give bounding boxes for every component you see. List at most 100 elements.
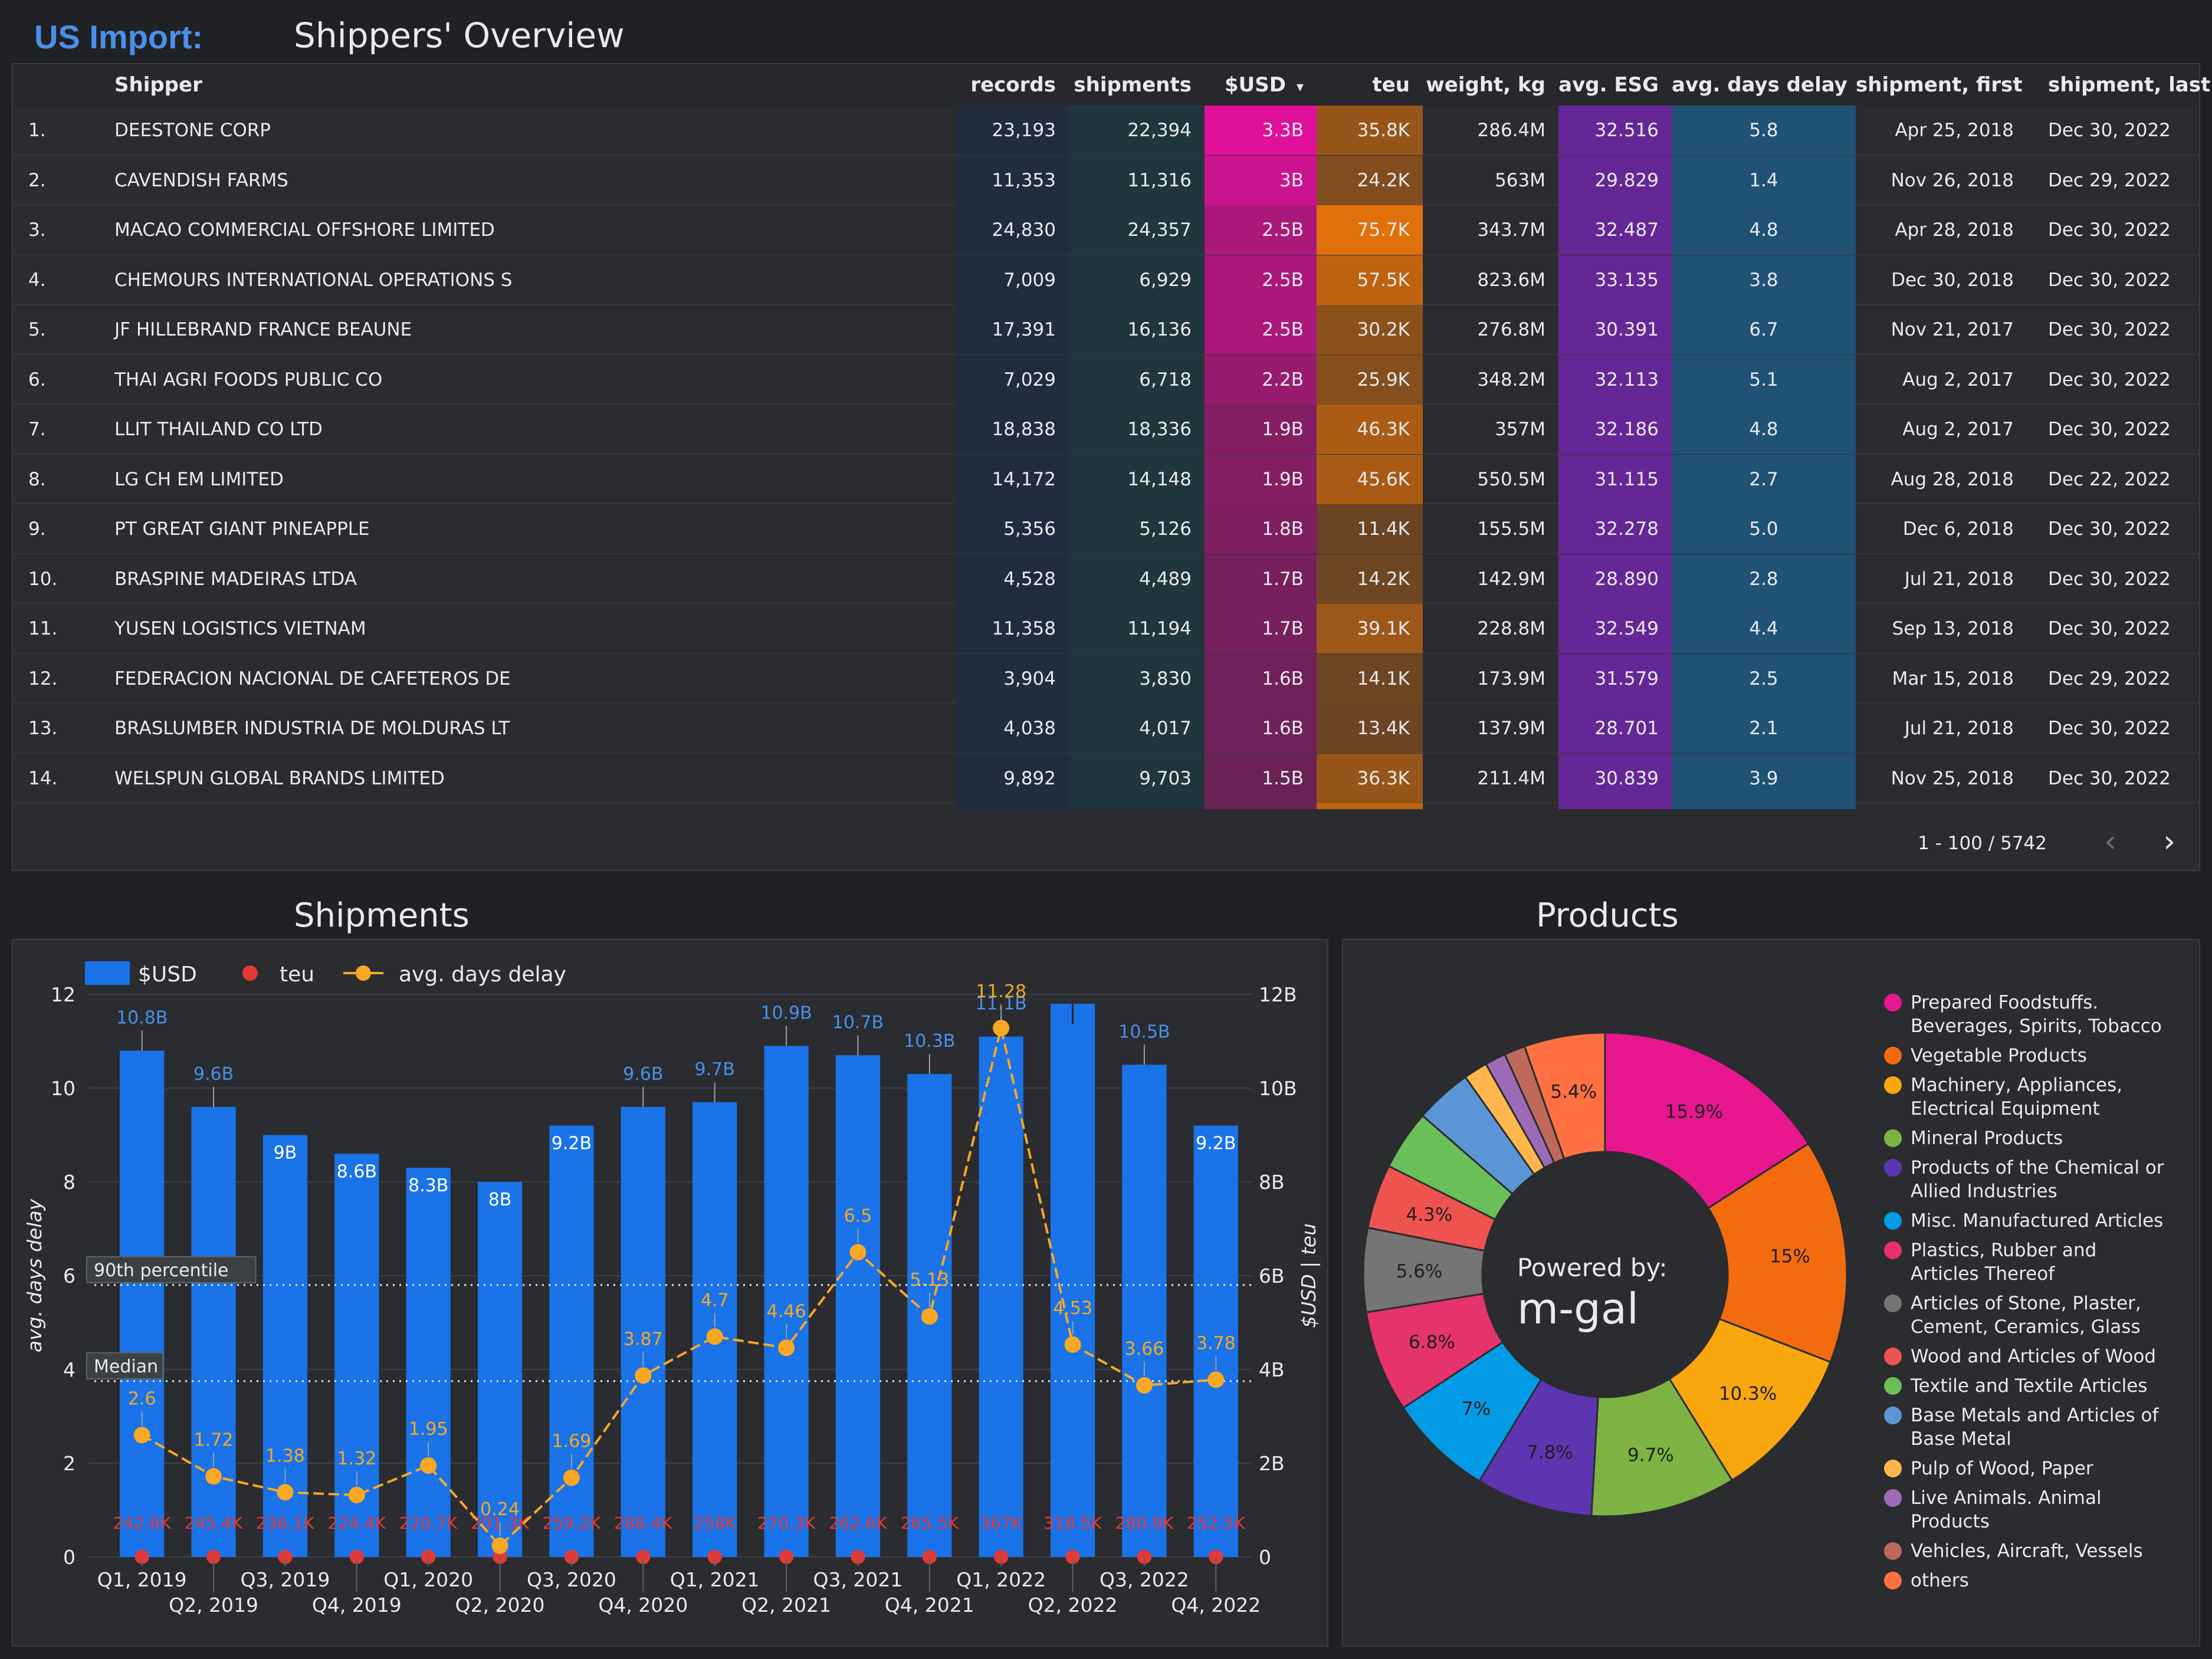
table-row[interactable]: 8. LG CH EM LIMITED 14,172 14,148 1.9B 45.6K 5… (13, 454, 2199, 504)
column-header-records[interactable]: records (956, 64, 1069, 106)
teu-label: 265.5K (901, 1513, 959, 1533)
legend-swatch (1884, 1212, 1902, 1230)
legend-swatch (1884, 1159, 1902, 1177)
delay-label: 4.46 (767, 1301, 806, 1322)
table-row[interactable]: 6. THAI AGRI FOODS PUBLIC CO 7,029 6,718 2.2… (13, 354, 2199, 405)
table-cell-first: Sep 13, 2018 (1892, 618, 2014, 639)
legend-label: Base Metal (1911, 1428, 2011, 1450)
table-cell-last: Dec 30, 2022 (2048, 369, 2171, 390)
y-tick-label: 4 (63, 1358, 76, 1381)
table-cell-shipments: 11,316 (1069, 155, 1205, 205)
table-cell-shipments: 22,394 (1069, 106, 1205, 155)
pie-slice-label: 7.8% (1527, 1442, 1573, 1463)
legend-label: Beverages, Spirits, Tobacco (1911, 1016, 2162, 1037)
table-cell-records: 18,838 (956, 405, 1069, 454)
table-cell-delay: 4.4 (1672, 604, 1856, 653)
delay-point (1207, 1371, 1225, 1388)
table-cell-teu: 11.4K (1317, 504, 1423, 554)
table-cell-shipper: CHEMOURS INTERNATIONAL OPERATIONS S (114, 269, 513, 291)
prev-page-icon[interactable]: ‹ (2104, 824, 2116, 859)
table-cell-shipments: 24,357 (1069, 205, 1205, 255)
column-header-delay[interactable]: avg. days delay (1672, 64, 1856, 106)
legend-label: Cement, Ceramics, Glass (1911, 1316, 2141, 1338)
table-cell-esg: 29.829 (1558, 155, 1672, 205)
usd-bar-label: 8.6B (337, 1161, 377, 1182)
delay-label: 5.13 (910, 1270, 949, 1290)
legend-label: Articles of Stone, Plaster, (1911, 1293, 2141, 1314)
usd-bar (191, 1106, 236, 1557)
table-cell-esg: 28.701 (1558, 704, 1672, 753)
legend-usd-swatch (85, 961, 130, 985)
column-header-weight[interactable]: weight, kg (1423, 64, 1558, 106)
column-header-esg[interactable]: avg. ESG (1558, 64, 1672, 106)
table-row[interactable]: 3. MACAO COMMERCIAL OFFSHORE LIMITED 24,83… (13, 205, 2199, 255)
table-cell-num: 11. (28, 618, 58, 639)
legend-teu-swatch (242, 965, 258, 981)
table-cell-records: 5,356 (956, 504, 1069, 554)
table-cell-shipper: MACAO COMMERCIAL OFFSHORE LIMITED (114, 219, 495, 241)
powered-by-label: Powered by: (1517, 1253, 1668, 1282)
table-cell-esg: 28.890 (1558, 554, 1672, 604)
table-cell-shipper: WELSPUN GLOBAL BRANDS LIMITED (114, 767, 445, 789)
legend-swatch (1884, 1489, 1902, 1507)
table-cell-shipments: 11,475 (1069, 803, 1205, 809)
x-tick-label: Q2, 2019 (169, 1594, 258, 1617)
legend-label: Articles Thereof (1911, 1263, 2055, 1285)
column-header-first[interactable]: shipment, first (1856, 64, 2027, 106)
table-cell-delay: 5.0 (1672, 504, 1856, 554)
y-tick-label: 12 (51, 983, 76, 1006)
delay-label: 4.7 (701, 1290, 729, 1310)
table-cell-delay: 3.8 (1672, 255, 1856, 305)
table-row[interactable]: 12. FEDERACION NACIONAL DE CAFETEROS DE 3,… (13, 653, 2199, 704)
shippers-table: Shipper records shipments $USD ▾ teu weight, k… (12, 63, 2210, 871)
legend-swatch (1884, 994, 1902, 1011)
column-header-shipments[interactable]: shipments (1069, 64, 1205, 106)
column-header-last[interactable]: shipment, last (2027, 64, 2210, 106)
table-cell-teu: 14.1K (1317, 653, 1423, 704)
table-cell-delay: 2.8 (1672, 554, 1856, 604)
table-cell-weight: 823.6M (1477, 269, 1546, 291)
table-row[interactable]: 13. BRASLUMBER INDUSTRIA DE MOLDURAS LT 4,… (13, 704, 2199, 754)
delay-label: 2.6 (128, 1388, 156, 1409)
delay-label: 1.69 (552, 1431, 592, 1452)
table-row[interactable]: 9. PT GREAT GIANT PINEAPPLE 5,356 5,126 1.8B… (13, 504, 2199, 554)
table-cell-last: Dec 30, 2022 (2048, 269, 2171, 291)
table-row[interactable]: 1. DEESTONE CORP 23,193 22,394 3.3B 35.8K 286.… (13, 106, 2199, 156)
table-row[interactable]: 10. BRASPINE MADEIRAS LTDA 4,528 4,489 1.7B 1… (13, 554, 2199, 604)
table-cell-first: Jul 21, 2018 (1904, 718, 2014, 739)
table-row[interactable]: 5. JF HILLEBRAND FRANCE BEAUNE 17,391 16,13… (13, 305, 2199, 355)
table-row[interactable]: 11. YUSEN LOGISTICS VIETNAM 11,358 11,194 1.… (13, 604, 2199, 654)
legend-usd-label: $USD (138, 962, 197, 987)
table-row[interactable]: 4. CHEMOURS INTERNATIONAL OPERATIONS S 7,0… (13, 255, 2199, 305)
y-tick-label: 2 (63, 1452, 76, 1475)
table-cell-records: 9,892 (956, 753, 1069, 803)
table-cell-esg: 30.839 (1558, 753, 1672, 803)
table-cell-first: Aug 2, 2017 (1902, 419, 2014, 440)
x-tick-label: Q1, 2022 (956, 1568, 1046, 1591)
table-cell-delay: 4.8 (1672, 405, 1856, 454)
legend-delay-swatch (356, 965, 371, 981)
table-row[interactable]: 7. LLIT THAILAND CO LTD 18,838 18,336 1.9B 46… (13, 405, 2199, 455)
delay-point (993, 1020, 1010, 1037)
table-cell-weight: 348.2M (1477, 369, 1546, 390)
table-row[interactable]: 2. CAVENDISH FARMS 11,353 11,316 3B 24.2K 563M… (13, 155, 2199, 205)
usd-bar (549, 1125, 594, 1557)
table-cell-esg: 32.186 (1558, 405, 1672, 454)
next-page-icon[interactable]: › (2163, 824, 2175, 859)
table-cell-esg: 31.579 (1558, 653, 1672, 704)
table-cell-last: Dec 22, 2022 (2048, 468, 2171, 490)
usd-bar-label: 9.2B (552, 1134, 592, 1154)
delay-label: 3.87 (623, 1329, 663, 1349)
column-header-teu[interactable]: teu (1317, 64, 1423, 106)
table-row[interactable]: 15.SCM HOME ZHEJIANG CO LTD11,55011,4751… (13, 803, 2199, 809)
column-header-shipper[interactable]: Shipper (101, 64, 956, 106)
table-cell-delay: 5.8 (1672, 106, 1856, 155)
table-row[interactable]: 14. WELSPUN GLOBAL BRANDS LIMITED 9,892 9,7… (13, 753, 2199, 803)
delay-label: 11.28 (976, 981, 1026, 1002)
table-cell-esg: 33.135 (1558, 255, 1672, 305)
x-tick-label: Q4, 2021 (885, 1594, 974, 1617)
table-cell-last: Dec 29, 2022 (2048, 169, 2171, 191)
sort-desc-icon[interactable]: ▾ (1297, 78, 1304, 95)
usd-bar-label: 9.6B (623, 1064, 663, 1085)
column-header-usd[interactable]: $USD ▾ (1205, 64, 1317, 106)
